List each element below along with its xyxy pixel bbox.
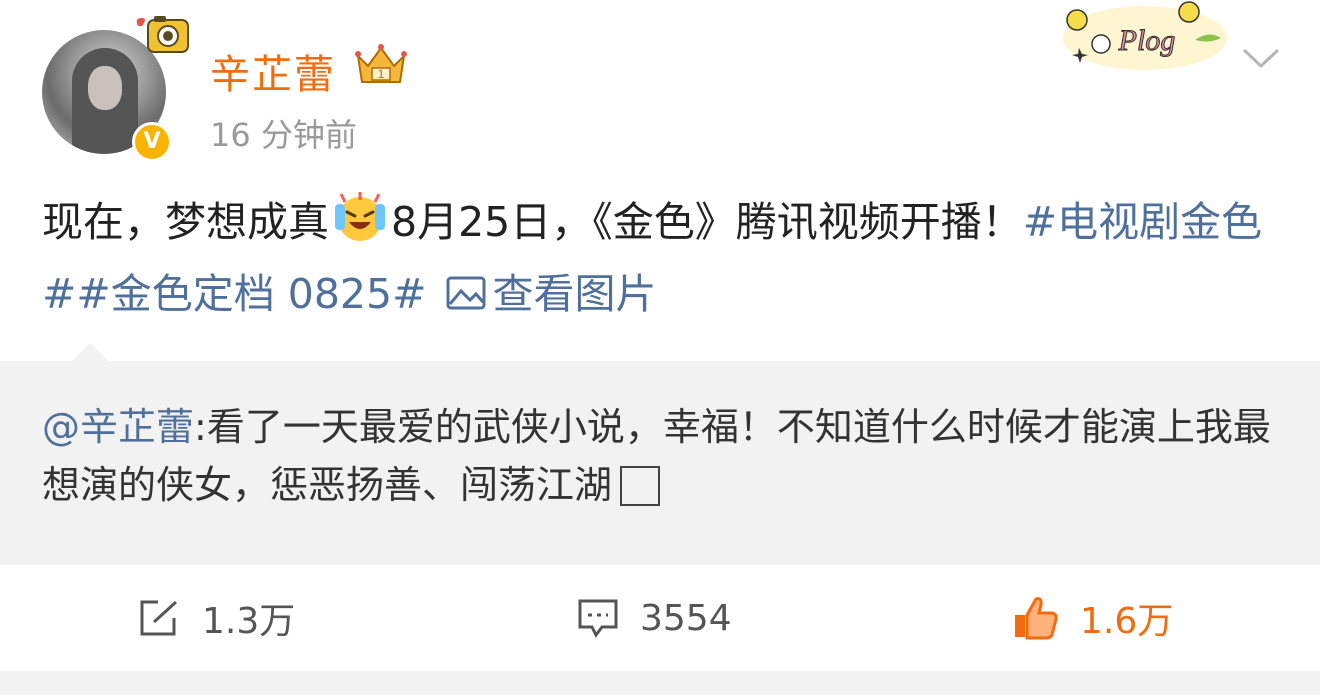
comment-count: 3554 bbox=[640, 597, 732, 639]
plog-sticker-text: Plog bbox=[1118, 24, 1176, 57]
missing-glyph-box bbox=[620, 466, 661, 506]
image-icon bbox=[446, 276, 486, 310]
like-button[interactable]: 1.6万 bbox=[1012, 593, 1173, 643]
comment-icon bbox=[578, 599, 618, 638]
view-images-link[interactable]: 查看图片 bbox=[446, 270, 656, 318]
comment-button[interactable]: 3554 bbox=[576, 593, 732, 643]
topic-link[interactable]: #金色定档 0825# bbox=[76, 270, 426, 318]
weibo-post-card: V 辛芷蕾 1 16 分钟前 Plog 现在，梦想成真 8月25日，《金色》腾讯… bbox=[0, 0, 1320, 695]
crown-member-icon[interactable]: 1 bbox=[352, 42, 410, 88]
like-count: 1.6万 bbox=[1080, 601, 1174, 642]
repost-count: 1.3万 bbox=[202, 601, 296, 642]
post-text-continued: 8月25日，《金色》腾讯视频开播！ bbox=[391, 198, 1023, 246]
view-images-label: 查看图片 bbox=[492, 270, 657, 318]
action-bar: 1.3万 3554 1.6万 bbox=[0, 565, 1320, 671]
plog-sticker-icon: Plog bbox=[1063, 1, 1227, 70]
post-text: 现在，梦想成真 bbox=[42, 198, 329, 246]
chevron-down-icon[interactable] bbox=[1240, 44, 1282, 74]
post-content: 现在，梦想成真 8月25日，《金色》腾讯视频开播！#电视剧金色##金色定档 08… bbox=[42, 186, 1282, 330]
username[interactable]: 辛芷蕾 bbox=[210, 42, 336, 100]
svg-text:1: 1 bbox=[378, 67, 385, 81]
thumbs-up-icon bbox=[1015, 597, 1058, 640]
avatar[interactable]: V bbox=[42, 16, 189, 162]
retweet-text: @辛芷蕾:看了一天最爱的武侠小说，幸福！不知道什么时候才能演上我最想演的侠女，惩… bbox=[42, 398, 1282, 514]
retweet-notch bbox=[70, 343, 110, 363]
repost-button[interactable]: 1.3万 bbox=[138, 593, 295, 643]
crying-laughing-emoji-icon bbox=[335, 192, 385, 241]
verified-badge-icon: V bbox=[132, 122, 172, 162]
camera-frame-icon bbox=[136, 16, 189, 53]
card-separator bbox=[0, 671, 1320, 695]
post-timestamp: 16 分钟前 bbox=[210, 116, 357, 154]
mention-link[interactable]: @辛芷蕾 bbox=[42, 405, 194, 449]
edit-repost-icon bbox=[140, 600, 178, 636]
